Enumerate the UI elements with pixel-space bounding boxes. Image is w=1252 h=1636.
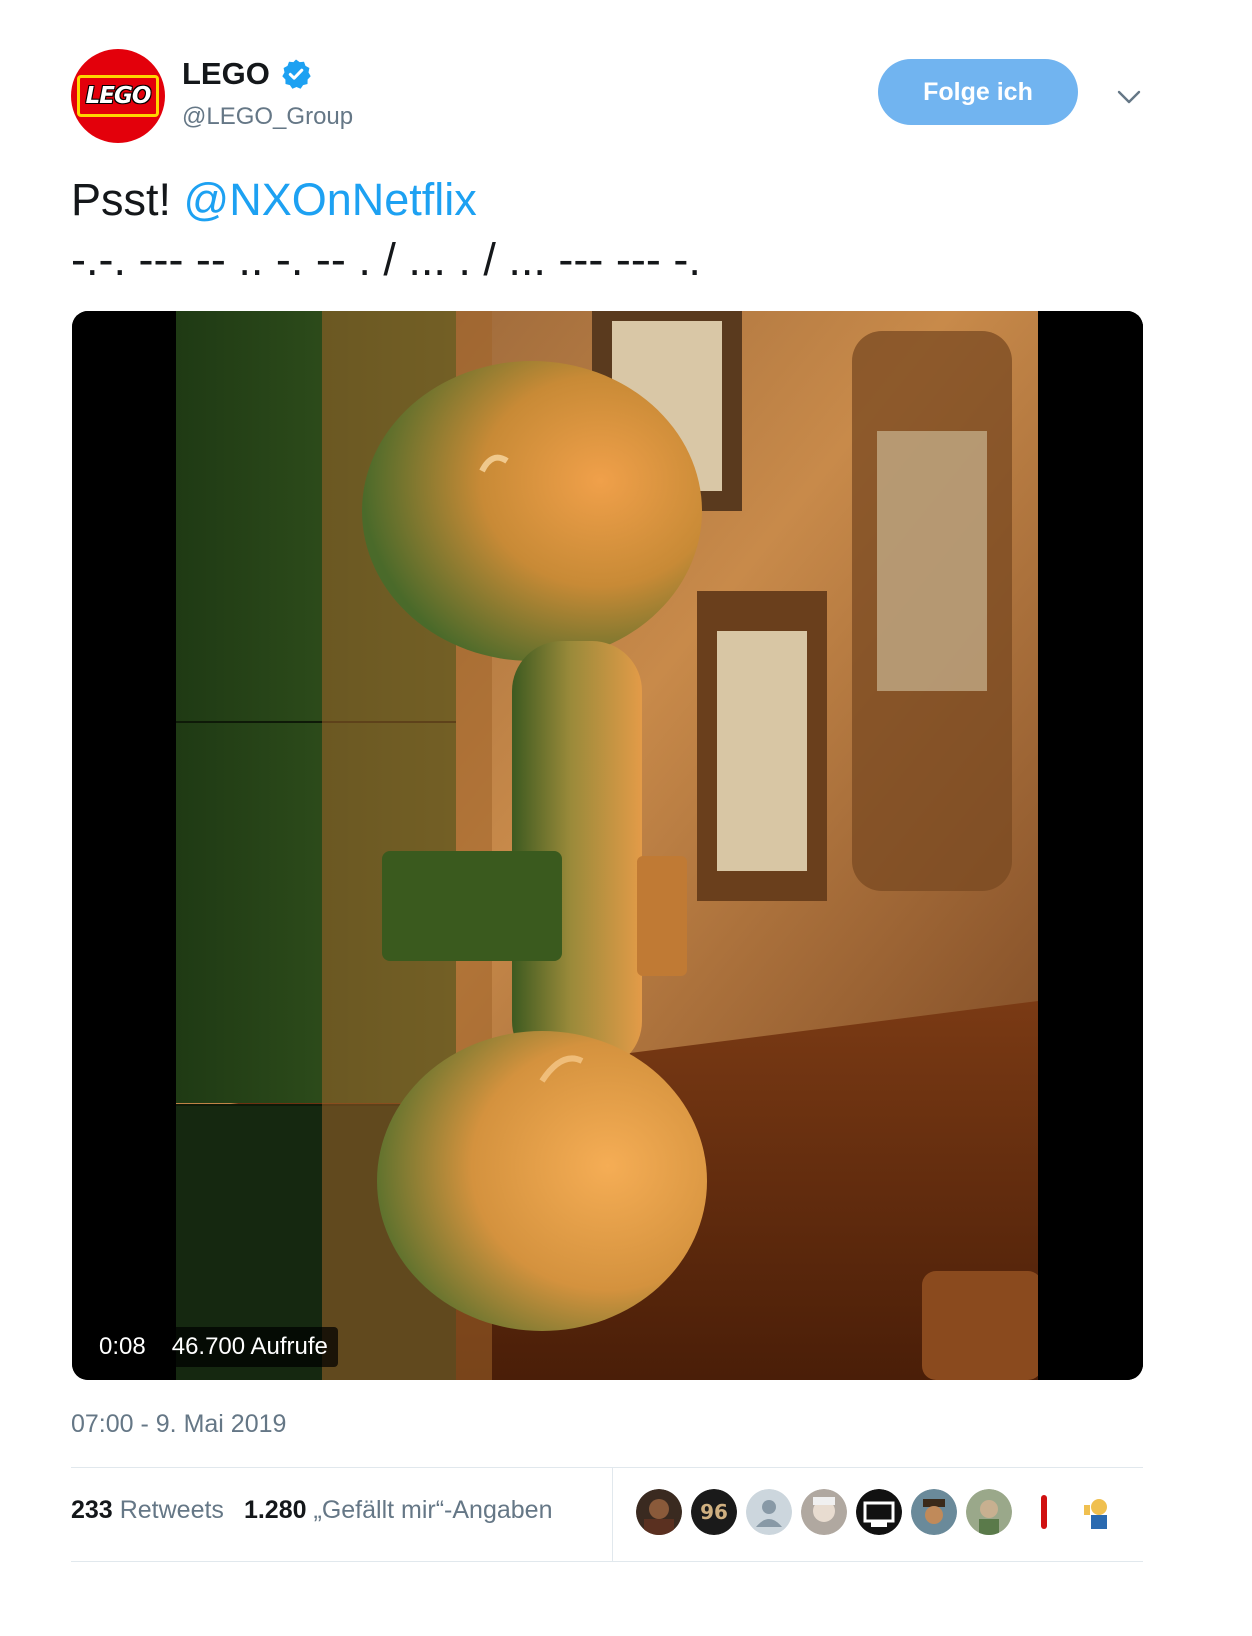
author-handle[interactable]: @LEGO_Group <box>182 101 353 133</box>
stats-bottom-divider <box>71 1561 1143 1562</box>
tweet-stats: 233 Retweets 1.280 „Gefällt mir“-Angaben <box>71 1493 572 1527</box>
liker-avatar[interactable] <box>966 1489 1012 1535</box>
tweet-text-prefix: Psst! <box>71 174 184 225</box>
retweets-stat[interactable]: 233 Retweets <box>71 1493 224 1527</box>
video-views-badge: 46.700 Aufrufe <box>161 1327 338 1367</box>
tweet-text-line-1: Psst! @NXOnNetflix <box>71 170 1171 230</box>
chevron-down-icon[interactable] <box>1114 82 1144 112</box>
svg-text:96: 96 <box>700 1500 728 1524</box>
liker-avatar[interactable]: 96 <box>691 1489 737 1535</box>
tweet-text: Psst! @NXOnNetflix -.-. --- -- .. -. -- … <box>71 170 1171 290</box>
mention-link[interactable]: @NXOnNetflix <box>184 174 477 225</box>
tweet: LEGO LEGO @LEGO_Group Folge ich Psst! @N… <box>0 0 1252 1636</box>
stats-vertical-divider <box>612 1468 613 1561</box>
liker-avatar[interactable] <box>746 1489 792 1535</box>
stats-top-divider <box>71 1467 1143 1468</box>
author-display-name[interactable]: LEGO <box>182 55 270 93</box>
liker-avatar[interactable] <box>856 1489 902 1535</box>
liker-avatar[interactable] <box>636 1489 682 1535</box>
follow-button[interactable]: Folge ich <box>878 59 1078 125</box>
lego-logo-text: LEGO <box>85 83 152 109</box>
video-duration-badge: 0:08 <box>89 1327 156 1367</box>
liker-avatar[interactable] <box>1076 1489 1122 1535</box>
lego-logo: LEGO <box>77 75 159 117</box>
liker-avatar[interactable] <box>911 1489 957 1535</box>
author-avatar[interactable]: LEGO <box>71 49 165 143</box>
liker-avatars: 96 <box>636 1489 1131 1535</box>
likes-label: „Gefällt mir“-Angaben <box>313 1496 553 1524</box>
likes-stat[interactable]: 1.280 „Gefällt mir“-Angaben <box>244 1493 553 1527</box>
liker-avatar[interactable] <box>1021 1489 1067 1535</box>
likes-count: 1.280 <box>243 1496 307 1524</box>
liker-avatar[interactable] <box>801 1489 847 1535</box>
author-name-row[interactable]: LEGO <box>182 55 312 93</box>
video-badges: 0:08 46.700 Aufrufe <box>89 1327 338 1367</box>
morse-code-text: -.-. --- -- .. -. -- . / ... . / ... ---… <box>71 234 701 285</box>
verified-badge-icon <box>280 58 312 90</box>
retweets-label: Retweets <box>119 1496 224 1524</box>
retweets-count: 233 <box>71 1496 113 1524</box>
tweet-timestamp[interactable]: 07:00 - 9. Mai 2019 <box>71 1407 286 1441</box>
video-player[interactable]: 0:08 46.700 Aufrufe <box>72 311 1143 1380</box>
video-frame <box>72 311 1143 1380</box>
